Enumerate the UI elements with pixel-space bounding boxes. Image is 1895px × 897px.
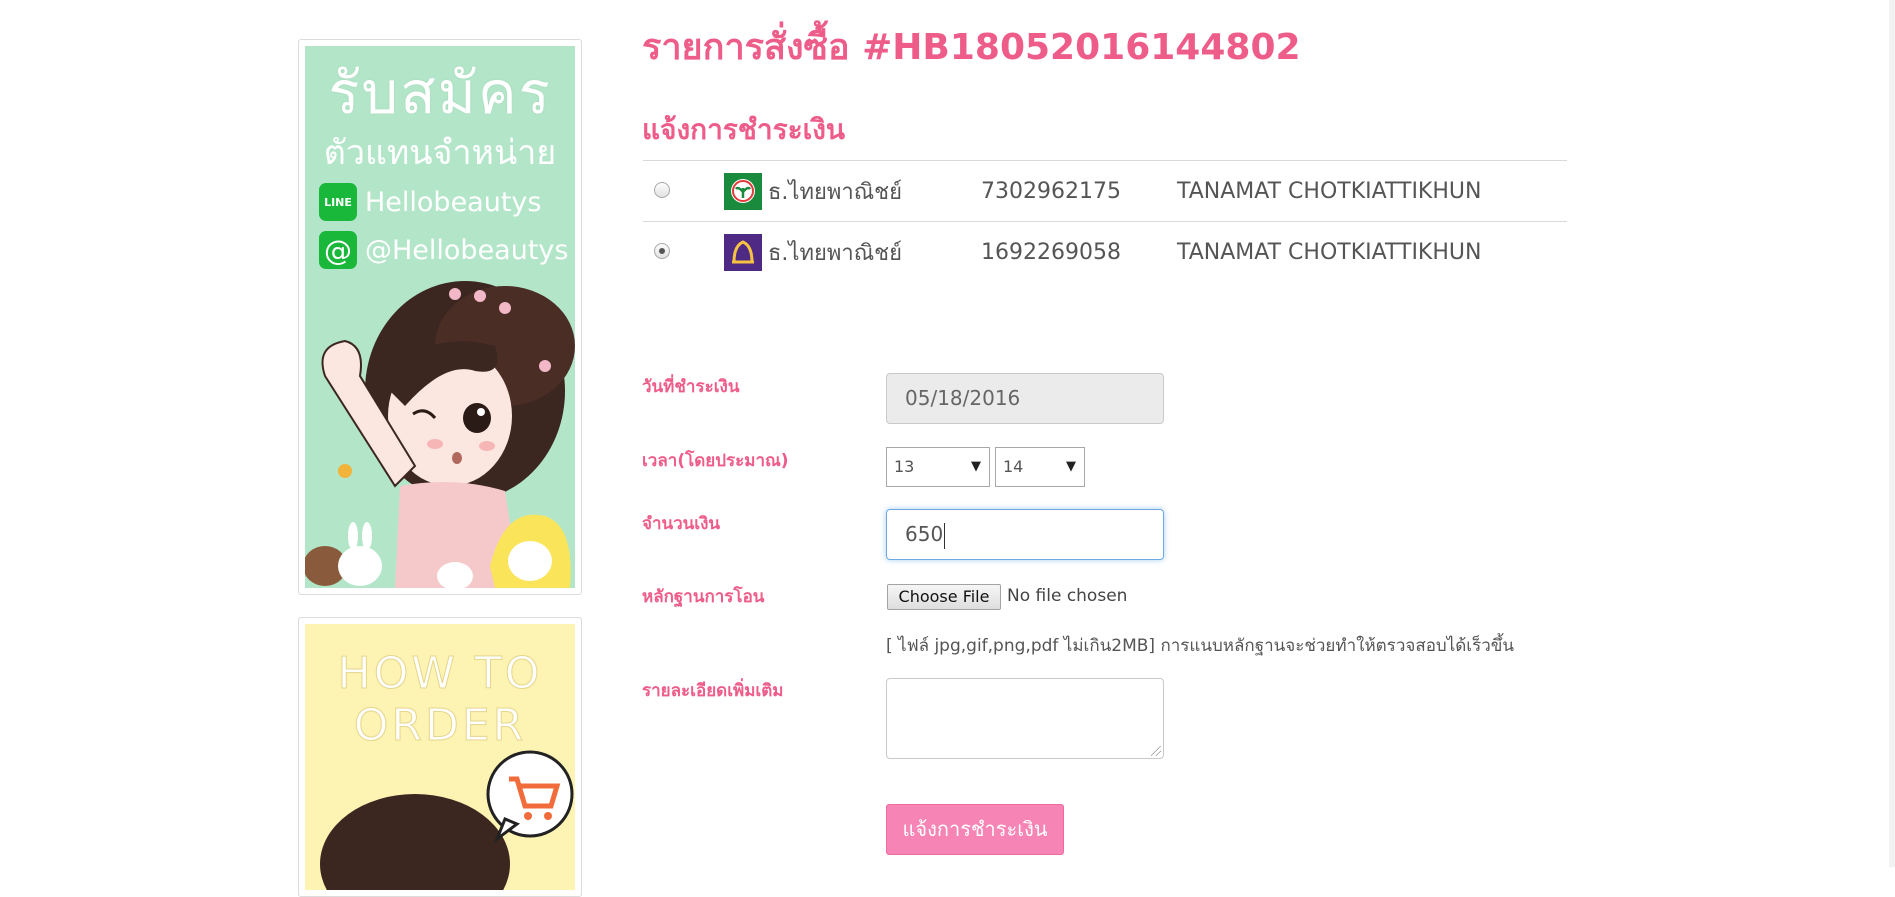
bank-name: ธ.ไทยพาณิชย์ xyxy=(768,240,902,266)
payment-section-title: แจ้งการชำระเงิน xyxy=(642,113,846,146)
minute-value: 14 xyxy=(1003,457,1024,476)
additional-details-label: รายละเอียดเพิ่มเติม xyxy=(642,681,784,701)
choose-file-button[interactable]: Choose File xyxy=(887,584,1001,610)
bank-radio-button[interactable] xyxy=(654,242,670,259)
submit-payment-button[interactable]: แจ้งการชำระเงิน xyxy=(886,804,1064,855)
dropdown-arrow-icon: ▼ xyxy=(971,459,981,474)
account-number: 7302962175 xyxy=(981,178,1121,204)
payment-date-input[interactable]: 05/18/2016 xyxy=(886,373,1164,424)
file-hint-text: [ ไฟล์ jpg,gif,png,pdf ไม่เกิน2MB] การแน… xyxy=(886,636,1515,656)
bank-name: ธ.ไทยพาณิชย์ xyxy=(768,179,902,205)
line-at-contact: @ @Hellobeautys xyxy=(319,230,568,270)
bank-logo-icon xyxy=(724,233,762,271)
bank-name-cell: ธ.ไทยพาณิชย์ xyxy=(724,222,981,283)
payment-date-label: วันที่ชำระเงิน xyxy=(642,377,740,397)
recruit-agent-banner[interactable]: รับสมัคร ตัวแทนจำหน่าย LINE Hellobeautys… xyxy=(298,39,582,595)
order-title: รายการสั่งซื้อ #HB18052016144802 xyxy=(642,27,1301,68)
resize-grip-icon[interactable] xyxy=(1151,746,1161,756)
bank-radio-button[interactable] xyxy=(654,181,670,198)
line-icon: LINE xyxy=(319,183,357,221)
amount-value: 650 xyxy=(905,522,944,546)
account-name: TANAMAT CHOTKIATTIKHUN xyxy=(1177,178,1482,204)
payment-time-label: เวลา(โดยประมาณ) xyxy=(642,451,789,471)
text-cursor xyxy=(944,522,946,549)
account-number: 1692269058 xyxy=(981,239,1121,265)
at-icon: @ xyxy=(319,231,357,269)
recruit-title: รับสมัคร xyxy=(328,59,552,127)
bank-account-row[interactable]: ธ.ไทยพาณิชย์ 7302962175 TANAMAT CHOTKIATTI… xyxy=(643,160,1567,222)
scrollbar[interactable] xyxy=(1889,0,1895,867)
line-id: Hellobeautys xyxy=(365,186,542,218)
bank-account-table: ธ.ไทยพาณิชย์ 7302962175 TANAMAT CHOTKIATTI… xyxy=(643,160,1567,283)
bank-radio-cell[interactable] xyxy=(643,161,724,222)
how-to-order-banner[interactable]: HOW TO ORDER xyxy=(298,617,582,897)
how-to-order-title: HOW TO ORDER xyxy=(305,648,575,752)
bank-radio-cell[interactable] xyxy=(643,222,724,283)
line-at-id: @Hellobeautys xyxy=(365,234,569,266)
line-contact: LINE Hellobeautys xyxy=(319,182,541,222)
bank-account-row[interactable]: ธ.ไทยพาณิชย์ 1692269058 TANAMAT CHOTKIATTI… xyxy=(643,221,1567,283)
recruit-subtitle: ตัวแทนจำหน่าย xyxy=(323,133,557,173)
amount-input[interactable]: 650 xyxy=(886,509,1164,560)
bank-name-cell: ธ.ไทยพาณิชย์ xyxy=(724,161,981,222)
how-to-line-1: HOW TO xyxy=(337,648,543,700)
how-to-line-2: ORDER xyxy=(353,700,527,752)
additional-details-textarea[interactable] xyxy=(886,678,1164,759)
bank-logo-icon xyxy=(724,172,762,210)
transfer-proof-label: หลักฐานการโอน xyxy=(642,587,765,607)
file-status-text: No file chosen xyxy=(1007,586,1128,606)
cartoon-girl-illustration xyxy=(305,281,575,588)
amount-label: จำนวนเงิน xyxy=(642,514,721,534)
minute-select[interactable]: 14 ▼ xyxy=(995,447,1085,487)
account-name: TANAMAT CHOTKIATTIKHUN xyxy=(1177,239,1482,265)
hour-value: 13 xyxy=(894,457,915,476)
hour-select[interactable]: 13 ▼ xyxy=(886,447,990,487)
dropdown-arrow-icon: ▼ xyxy=(1066,459,1076,474)
